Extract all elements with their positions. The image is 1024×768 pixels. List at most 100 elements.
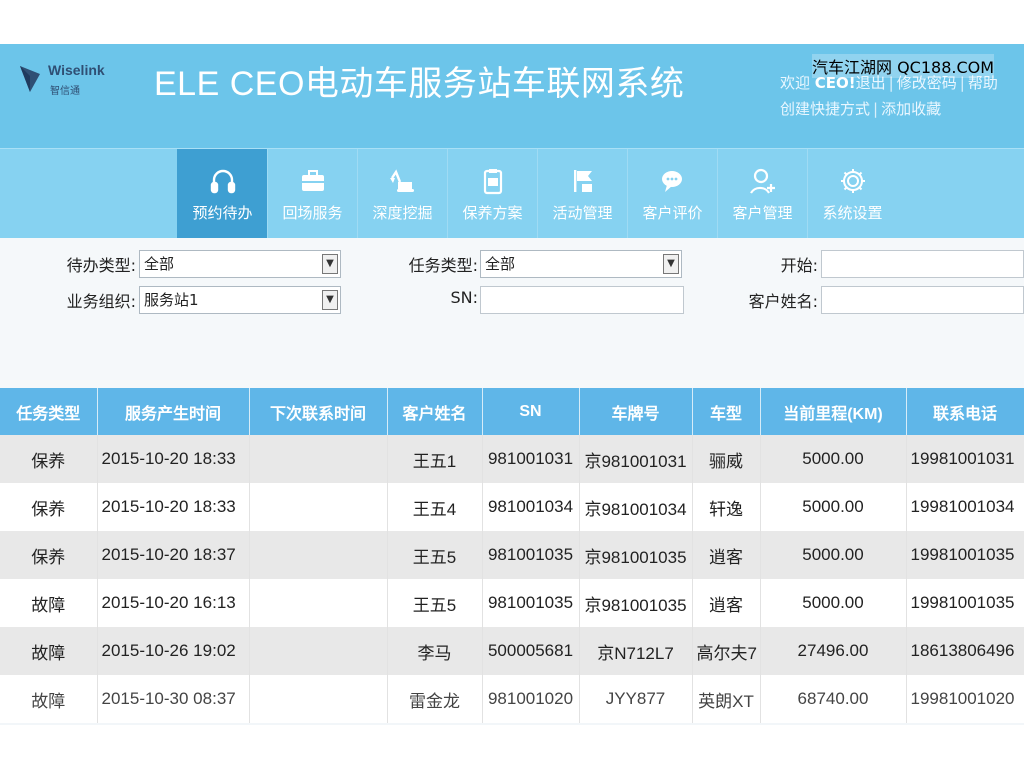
nav-label: 深度挖掘 (372, 203, 433, 222)
task-type-cell: 保养 (0, 435, 98, 483)
column-header[interactable]: 下次联系时间 (249, 388, 388, 435)
table-row[interactable]: 保养 2015-10-20 18:37 王五5 981001035 京98100… (0, 531, 1024, 579)
logo-icon (20, 66, 40, 92)
nav-label: 客户评价 (642, 203, 703, 222)
start-date-input[interactable] (821, 250, 1024, 278)
mileage-cell: 5000.00 (760, 531, 907, 579)
sn-cell: 981001035 (482, 579, 580, 627)
service-time-cell: 2015-10-20 18:33 (97, 483, 250, 531)
nav-item-appointments[interactable]: 预约待办 (177, 149, 267, 239)
task-type-select[interactable]: 全部 ▼ (480, 250, 682, 278)
table-row[interactable]: 故障 2015-10-26 19:02 李马 500005681 京N712L7… (0, 627, 1024, 675)
nav-label: 回场服务 (282, 203, 343, 222)
main-nav: 预约待办 回场服务 深度挖掘 保养方案 活动管理 客户评价 客户管理 系统设置 (0, 148, 1024, 239)
phone-cell: 19981001034 (906, 483, 1024, 531)
column-header[interactable]: 任务类型 (0, 388, 98, 435)
sn-cell: 981001031 (482, 435, 580, 483)
task-type-label: 任务类型: (408, 256, 478, 275)
next-contact-cell (249, 483, 388, 531)
plate-cell: JYY877 (579, 675, 693, 723)
app-title: ELE CEO电动车服务站车联网系统 (154, 65, 685, 103)
chevron-down-icon[interactable]: ▼ (322, 254, 338, 274)
column-header[interactable]: SN (482, 388, 580, 435)
table-row[interactable]: 故障 2015-10-20 16:13 王五5 981001035 京98100… (0, 579, 1024, 627)
mileage-cell: 27496.00 (760, 627, 907, 675)
column-header[interactable]: 服务产生时间 (97, 388, 250, 435)
logo: Wiselink 智信通 (18, 60, 108, 100)
excavator-icon (389, 168, 414, 192)
model-cell: 英朗XT (692, 675, 761, 723)
nav-item-maintenance-plan[interactable]: 保养方案 (447, 149, 537, 239)
logo-subtext: 智信通 (50, 86, 80, 97)
column-header[interactable]: 联系电话 (906, 388, 1024, 435)
nav-item-return-service[interactable]: 回场服务 (267, 149, 357, 239)
model-cell: 逍客 (692, 531, 761, 579)
customer-name-cell: 王五4 (387, 483, 483, 531)
nav-item-system-settings[interactable]: 系统设置 (807, 149, 897, 239)
table-row[interactable]: 故障 2015-10-30 08:37 雷金龙 981001020 JYY877… (0, 675, 1024, 723)
task-type-value: 全部 (485, 255, 516, 273)
plate-cell: 京N712L7 (579, 627, 693, 675)
sn-input[interactable] (480, 286, 684, 314)
mileage-cell: 5000.00 (760, 579, 907, 627)
welcome-text: 欢迎 (780, 74, 811, 92)
task-type-cell: 保养 (0, 483, 98, 531)
mileage-cell: 5000.00 (760, 483, 907, 531)
customer-name-input[interactable] (821, 286, 1024, 314)
business-org-value: 服务站1 (144, 291, 199, 309)
model-cell: 骊威 (692, 435, 761, 483)
service-time-cell: 2015-10-26 19:02 (97, 627, 250, 675)
user-add-icon (749, 168, 775, 194)
plate-cell: 京981001035 (579, 531, 693, 579)
sn-cell: 981001020 (482, 675, 580, 723)
column-header[interactable]: 当前里程(KM) (760, 388, 907, 435)
nav-item-deep-mining[interactable]: 深度挖掘 (357, 149, 447, 239)
nav-item-activity-management[interactable]: 活动管理 (537, 149, 627, 239)
next-contact-cell (249, 531, 388, 579)
mileage-cell: 68740.00 (760, 675, 907, 723)
sn-cell: 981001035 (482, 531, 580, 579)
filter-panel: 待办类型: 全部 ▼ 业务组织: 服务站1 ▼ 任务类型: 全部 ▼ SN: 开… (0, 238, 1024, 398)
plate-cell: 京981001034 (579, 483, 693, 531)
clipboard-icon (483, 168, 502, 194)
phone-cell: 19981001020 (906, 675, 1024, 723)
next-contact-cell (249, 579, 388, 627)
task-type-cell: 故障 (0, 579, 98, 627)
customer-name-cell: 雷金龙 (387, 675, 483, 723)
create-shortcut-link[interactable]: 创建快捷方式 (780, 100, 870, 118)
model-cell: 高尔夫7 (692, 627, 761, 675)
chevron-down-icon[interactable]: ▼ (322, 290, 338, 310)
table-header-row: 任务类型 服务产生时间 下次联系时间 客户姓名 SN 车牌号 车型 当前里程(K… (0, 388, 1024, 435)
nav-label: 系统设置 (822, 203, 883, 222)
sn-cell: 981001034 (482, 483, 580, 531)
customer-name-cell: 王五5 (387, 531, 483, 579)
table-row[interactable]: 保养 2015-10-20 18:33 王五4 981001034 京98100… (0, 483, 1024, 531)
nav-item-customer-management[interactable]: 客户管理 (717, 149, 807, 239)
nav-item-customer-reviews[interactable]: 客户评价 (627, 149, 717, 239)
task-type-cell: 故障 (0, 675, 98, 723)
nav-label: 预约待办 (192, 203, 253, 222)
model-cell: 逍客 (692, 579, 761, 627)
todo-type-select[interactable]: 全部 ▼ (139, 250, 341, 278)
column-header[interactable]: 客户姓名 (387, 388, 483, 435)
service-time-cell: 2015-10-20 18:33 (97, 435, 250, 483)
toolbox-icon (301, 169, 324, 191)
business-org-label: 业务组织: (66, 292, 136, 311)
headset-icon (210, 169, 235, 193)
customer-name-cell: 王五5 (387, 579, 483, 627)
add-favorite-link[interactable]: 添加收藏 (881, 100, 941, 118)
column-header[interactable]: 车牌号 (579, 388, 693, 435)
task-type-cell: 故障 (0, 627, 98, 675)
divider: | (873, 100, 879, 118)
customer-name-cell: 王五1 (387, 435, 483, 483)
business-org-select[interactable]: 服务站1 ▼ (139, 286, 341, 314)
sn-label: SN: (450, 288, 478, 307)
column-header[interactable]: 车型 (692, 388, 761, 435)
sn-cell: 500005681 (482, 627, 580, 675)
phone-cell: 19981001035 (906, 579, 1024, 627)
plate-cell: 京981001031 (579, 435, 693, 483)
gear-icon (840, 168, 865, 193)
task-type-cell: 保养 (0, 531, 98, 579)
chevron-down-icon[interactable]: ▼ (663, 254, 679, 274)
table-row[interactable]: 保养 2015-10-20 18:33 王五1 981001031 京98100… (0, 435, 1024, 483)
